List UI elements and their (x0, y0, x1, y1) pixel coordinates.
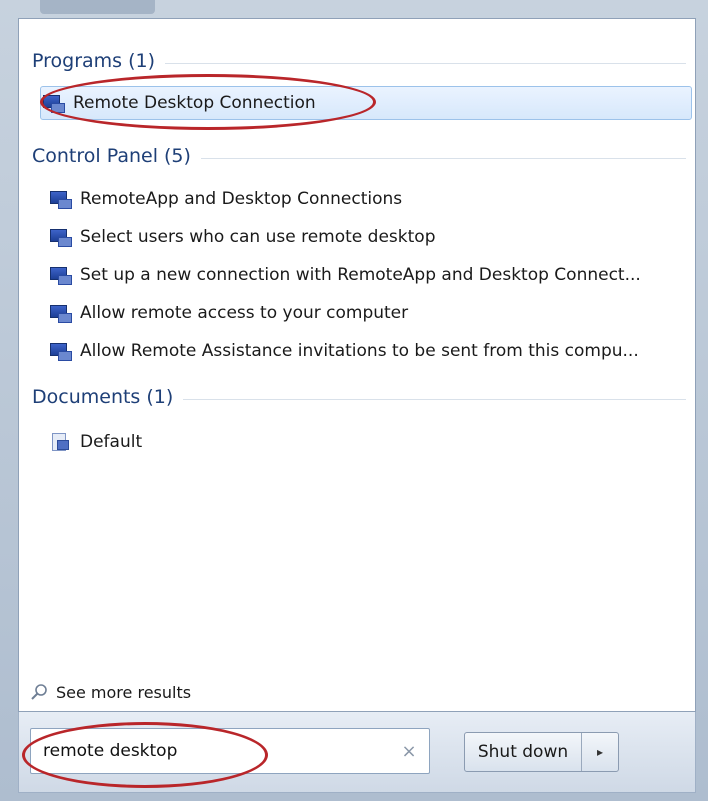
result-label: Allow Remote Assistance invitations to b… (80, 341, 639, 361)
result-select-users-remote-desktop[interactable]: Select users who can use remote desktop (48, 221, 688, 253)
search-box[interactable]: × (30, 728, 430, 774)
result-remoteapp-desktop-connections[interactable]: RemoteApp and Desktop Connections (48, 183, 688, 215)
result-label: RemoteApp and Desktop Connections (80, 189, 403, 209)
result-label: Set up a new connection with RemoteApp a… (80, 265, 641, 285)
result-allow-remote-assistance[interactable]: Allow Remote Assistance invitations to b… (48, 335, 688, 367)
group-title-documents: Documents (1) (32, 386, 174, 408)
remote-desktop-icon (41, 94, 65, 113)
see-more-label: See more results (56, 682, 192, 702)
result-label: Allow remote access to your computer (80, 303, 409, 323)
search-icon (31, 684, 47, 700)
result-label: Default (80, 432, 143, 452)
remoteapp-icon (48, 190, 72, 209)
see-more-results-link[interactable]: See more results (30, 680, 191, 704)
group-header-control-panel: Control Panel (5) (32, 143, 686, 169)
search-input[interactable] (41, 740, 399, 762)
shutdown-options-arrow-icon[interactable]: ▸ (582, 733, 618, 771)
group-divider (200, 157, 686, 159)
result-default-document[interactable]: Default (48, 426, 688, 458)
result-label: Select users who can use remote desktop (80, 227, 436, 247)
result-allow-remote-access[interactable]: Allow remote access to your computer (48, 297, 688, 329)
result-label: Remote Desktop Connection (73, 93, 316, 113)
group-header-programs: Programs (1) (32, 48, 686, 74)
shutdown-control: Shut down ▸ (464, 732, 619, 772)
system-icon (48, 228, 72, 247)
system-icon (48, 342, 72, 361)
clear-search-icon[interactable]: × (399, 741, 419, 762)
system-icon (48, 304, 72, 323)
shutdown-button[interactable]: Shut down (465, 733, 582, 771)
group-divider (165, 62, 686, 64)
group-title-programs: Programs (1) (32, 50, 156, 72)
document-icon (48, 433, 70, 451)
result-remote-desktop-connection[interactable]: Remote Desktop Connection (40, 86, 692, 120)
group-title-control-panel: Control Panel (5) (32, 145, 191, 167)
result-setup-new-connection[interactable]: Set up a new connection with RemoteApp a… (48, 259, 688, 291)
group-divider (183, 398, 686, 400)
group-header-documents: Documents (1) (32, 384, 686, 410)
frame-top-tab (40, 0, 155, 14)
remoteapp-icon (48, 266, 72, 285)
